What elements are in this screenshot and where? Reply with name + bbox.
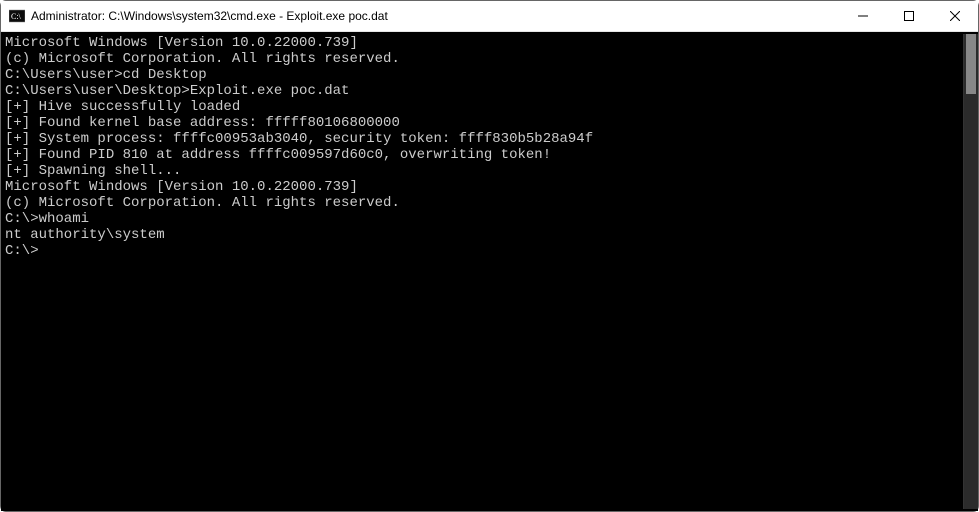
terminal-line: nt authority\system xyxy=(5,227,961,243)
terminal-line: [+] Found kernel base address: fffff8010… xyxy=(5,115,961,131)
terminal-line: (c) Microsoft Corporation. All rights re… xyxy=(5,51,961,67)
window-title: Administrator: C:\Windows\system32\cmd.e… xyxy=(31,9,840,23)
terminal-line: [+] Hive successfully loaded xyxy=(5,99,961,115)
terminal-line: [+] Found PID 810 at address ffffc009597… xyxy=(5,147,961,163)
minimize-button[interactable] xyxy=(840,1,886,31)
terminal-line: C:\Users\user>cd Desktop xyxy=(5,67,961,83)
svg-text:C:\: C:\ xyxy=(11,12,22,21)
terminal-line: C:\Users\user\Desktop>Exploit.exe poc.da… xyxy=(5,83,961,99)
close-button[interactable] xyxy=(932,1,978,31)
terminal-line: C:\> xyxy=(5,243,961,259)
terminal-line: Microsoft Windows [Version 10.0.22000.73… xyxy=(5,35,961,51)
terminal-line: (c) Microsoft Corporation. All rights re… xyxy=(5,195,961,211)
terminal[interactable]: Microsoft Windows [Version 10.0.22000.73… xyxy=(3,34,963,509)
terminal-line: Microsoft Windows [Version 10.0.22000.73… xyxy=(5,179,961,195)
terminal-line: [+] Spawning shell... xyxy=(5,163,961,179)
terminal-line: [+] System process: ffffc00953ab3040, se… xyxy=(5,131,961,147)
terminal-wrapper: Microsoft Windows [Version 10.0.22000.73… xyxy=(1,32,978,511)
scrollbar[interactable] xyxy=(963,34,978,509)
cmd-icon: C:\ xyxy=(9,8,25,24)
maximize-button[interactable] xyxy=(886,1,932,31)
titlebar[interactable]: C:\ Administrator: C:\Windows\system32\c… xyxy=(1,1,978,32)
window-controls xyxy=(840,1,978,31)
scrollbar-thumb[interactable] xyxy=(966,34,976,94)
terminal-line: C:\>whoami xyxy=(5,211,961,227)
